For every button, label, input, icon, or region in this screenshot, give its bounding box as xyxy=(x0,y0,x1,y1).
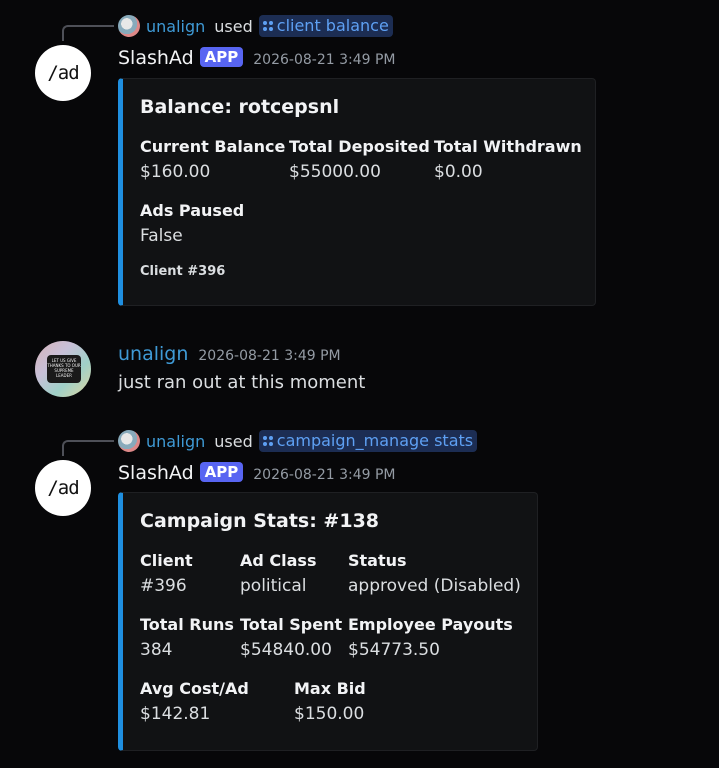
embed-field: Employee Payouts $54773.50 xyxy=(348,615,513,660)
author-name[interactable]: SlashAd xyxy=(118,462,194,484)
message-header: SlashAd APP 2026-08-21 3:49 PM xyxy=(118,47,396,69)
command-used-label: used xyxy=(214,431,253,451)
embed-field: Ad Class political xyxy=(240,551,316,596)
bot-avatar[interactable]: /ad xyxy=(35,45,91,101)
field-value: False xyxy=(140,226,183,246)
embed-field: Ads Paused False xyxy=(140,201,244,246)
command-reply-connector xyxy=(62,440,114,456)
user-mini-avatar[interactable] xyxy=(118,15,140,37)
command-name-pill[interactable]: campaign_manage stats xyxy=(258,430,478,452)
campaign-stats-embed: Campaign Stats: #138 Client #396 Ad Clas… xyxy=(118,492,538,751)
user-avatar[interactable]: LET US GIVE THANKS TO OUR SUPREME LEADER xyxy=(35,341,91,397)
command-invocation: unalign used client balance xyxy=(118,15,393,37)
message-text: just ran out at this moment xyxy=(118,372,366,393)
command-username[interactable]: unalign xyxy=(146,17,205,36)
field-name: Ad Class xyxy=(240,551,317,570)
embed-field: Avg Cost/Ad $142.81 xyxy=(140,679,249,724)
command-used-label: used xyxy=(214,16,253,36)
field-name: Current Balance xyxy=(140,137,286,156)
embed-field: Client #396 xyxy=(140,551,193,596)
timestamp: 2026-08-21 3:49 PM xyxy=(198,348,341,364)
command-reply-connector xyxy=(62,25,114,41)
embed-field: Max Bid $150.00 xyxy=(294,679,366,724)
app-badge: APP xyxy=(199,462,244,482)
field-value: approved (Disabled) xyxy=(348,576,521,596)
field-value: $142.81 xyxy=(140,704,211,724)
field-value: #396 xyxy=(140,576,187,596)
embed-field: Total Withdrawn $0.00 xyxy=(434,137,582,182)
command-name: campaign_manage stats xyxy=(276,431,474,450)
field-value: $54773.50 xyxy=(348,640,440,660)
embed-field: Total Runs 384 xyxy=(140,615,234,660)
command-name: client balance xyxy=(276,16,389,35)
slash-command-icon xyxy=(262,20,273,31)
field-name: Total Withdrawn xyxy=(434,137,582,156)
author-name[interactable]: unalign xyxy=(118,343,188,365)
avatar-sticker-text: LET US GIVE THANKS TO OUR SUPREME LEADER xyxy=(47,355,81,383)
field-value: political xyxy=(240,576,307,596)
field-name: Total Deposited xyxy=(289,137,430,156)
field-name: Status xyxy=(348,551,407,570)
timestamp: 2026-08-21 3:49 PM xyxy=(253,467,396,483)
author-name[interactable]: SlashAd xyxy=(118,47,194,69)
field-value: $54840.00 xyxy=(240,640,332,660)
message-header: unalign 2026-08-21 3:49 PM xyxy=(118,343,341,365)
timestamp: 2026-08-21 3:49 PM xyxy=(253,52,396,68)
command-invocation: unalign used campaign_manage stats xyxy=(118,430,478,452)
field-value: 384 xyxy=(140,640,173,660)
app-badge: APP xyxy=(199,47,244,67)
field-value: $55000.00 xyxy=(289,162,381,182)
bot-avatar[interactable]: /ad xyxy=(35,460,91,516)
field-name: Ads Paused xyxy=(140,201,245,220)
field-value: $0.00 xyxy=(434,162,483,182)
field-name: Total Spent xyxy=(240,615,343,634)
embed-field: Total Deposited $55000.00 xyxy=(289,137,430,182)
command-username[interactable]: unalign xyxy=(146,432,205,451)
embed-field: Total Spent $54840.00 xyxy=(240,615,342,660)
slash-command-icon xyxy=(262,435,273,446)
embed-title: Balance: rotcepsnl xyxy=(140,96,340,118)
embed-field: Status approved (Disabled) xyxy=(348,551,521,596)
field-value: $150.00 xyxy=(294,704,365,724)
field-name: Employee Payouts xyxy=(348,615,513,634)
embed-field: Current Balance $160.00 xyxy=(140,137,285,182)
field-value: $160.00 xyxy=(140,162,211,182)
embed-footer: Client #396 xyxy=(140,264,226,279)
command-name-pill[interactable]: client balance xyxy=(258,15,393,37)
field-name: Max Bid xyxy=(294,679,366,698)
message-header: SlashAd APP 2026-08-21 3:49 PM xyxy=(118,462,396,484)
field-name: Total Runs xyxy=(140,615,234,634)
embed-title: Campaign Stats: #138 xyxy=(140,510,380,532)
field-name: Client xyxy=(140,551,193,570)
user-mini-avatar[interactable] xyxy=(118,430,140,452)
field-name: Avg Cost/Ad xyxy=(140,679,249,698)
balance-embed: Balance: rotcepsnl Current Balance $160.… xyxy=(118,78,596,306)
